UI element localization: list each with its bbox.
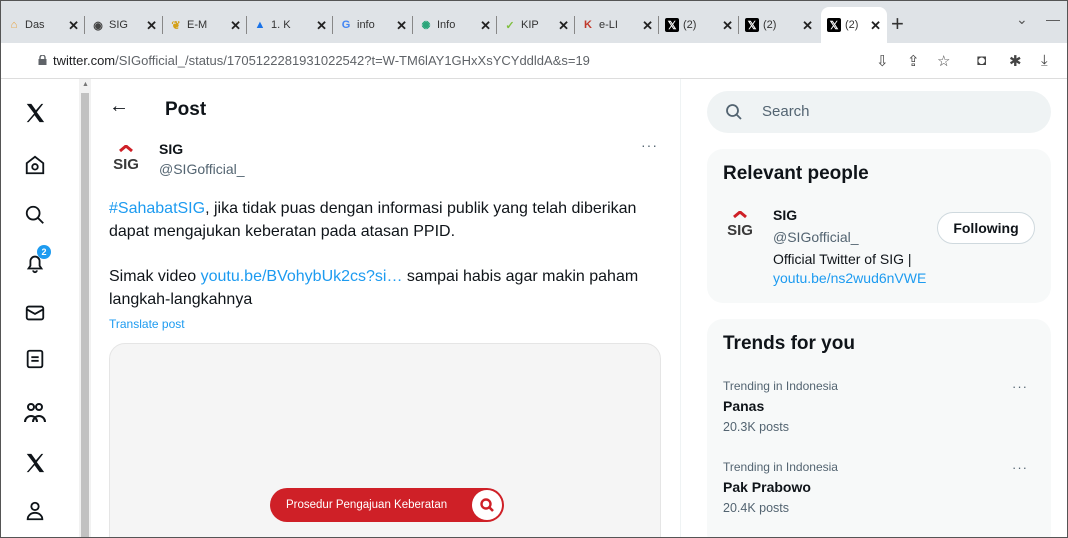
video-link[interactable]: youtu.be/BVohybUk2cs?si… [201, 268, 403, 285]
search-placeholder: Search [762, 103, 810, 120]
communities-icon[interactable] [21, 399, 49, 427]
lock-icon [38, 55, 47, 65]
search-input[interactable]: Search [707, 91, 1051, 133]
drive-icon: ▲ [254, 19, 266, 31]
x-tab-icon: 𝕏 [745, 18, 759, 32]
more-options-icon[interactable]: ··· [1012, 379, 1028, 394]
close-icon[interactable]: ✕ [396, 18, 407, 34]
sig-logo-avatar[interactable]: SIG [723, 211, 757, 241]
scrollbar-thumb[interactable] [81, 93, 89, 537]
kk-icon: K [584, 19, 592, 31]
tab-info[interactable]: ✺ Info ✕ [413, 7, 497, 43]
author-handle[interactable]: @SIGofficial_ [159, 161, 245, 177]
magnifier-icon [472, 490, 502, 520]
x-logo-icon[interactable] [21, 99, 49, 127]
close-icon[interactable]: ✕ [558, 18, 569, 34]
post-media[interactable]: Prosedur Pengajuan Keberatan [109, 343, 661, 537]
trends-card: Trends for you Trending in Indonesia Pan… [707, 319, 1051, 537]
notification-badge: 2 [37, 245, 51, 259]
tab-das[interactable]: ⌂ Das ✕ [1, 7, 85, 43]
sig-logo-avatar[interactable]: SIG [109, 145, 143, 175]
tab-em[interactable]: ❦ E-M ✕ [163, 7, 247, 43]
more-options-icon[interactable]: ··· [641, 137, 658, 153]
notifications-bell-icon[interactable]: 2 [21, 245, 51, 277]
minimize-icon[interactable]: — [1046, 11, 1060, 27]
extensions-icon[interactable]: ✱ [1009, 52, 1022, 70]
hashtag-link[interactable]: #SahabatSIG [109, 200, 205, 217]
install-app-icon[interactable]: ⇩ [876, 52, 889, 70]
globe-icon: ◉ [93, 19, 103, 32]
profile-icon[interactable] [21, 497, 49, 525]
close-icon[interactable]: ✕ [316, 18, 327, 34]
relevant-people-card: Relevant people SIG SIG @SIGofficial_ Of… [707, 149, 1051, 303]
following-button[interactable]: Following [937, 212, 1035, 244]
more-options-icon[interactable]: ··· [1012, 460, 1028, 475]
tab-sig[interactable]: ◉ SIG ✕ [85, 7, 163, 43]
browser-window: ⌂ Das ✕ ◉ SIG ✕ ❦ E-M ✕ ▲ 1. K ✕ G info … [0, 0, 1068, 538]
tab-google[interactable]: G info ✕ [333, 7, 413, 43]
emblem-icon: ❦ [171, 19, 181, 32]
trends-title: Trends for you [723, 333, 855, 354]
scroll-up-icon[interactable]: ▲ [82, 81, 89, 88]
home-icon[interactable] [21, 151, 49, 179]
svg-text:SIG: SIG [113, 156, 139, 173]
close-icon[interactable]: ✕ [642, 18, 653, 34]
person-handle[interactable]: @SIGofficial_ [773, 229, 859, 245]
tab-x-active[interactable]: 𝕏 (2) ✕ [821, 7, 887, 43]
lists-icon[interactable] [21, 345, 49, 373]
left-nav: 2 ▲ [1, 79, 91, 537]
bookmark-star-icon[interactable]: ☆ [937, 52, 950, 70]
trend-name: Panas [723, 398, 765, 414]
tab-eli[interactable]: K e-LI ✕ [575, 7, 659, 43]
x-tab-icon: 𝕏 [665, 18, 679, 32]
person-bio: Official Twitter of SIG | youtu.be/ns2wu… [773, 251, 927, 288]
close-icon[interactable]: ✕ [870, 18, 881, 34]
bio-link[interactable]: youtu.be/ns2wud6nVWE [773, 269, 926, 288]
page-title: Post [165, 99, 207, 120]
tab-kip[interactable]: ✓ KIP ✕ [497, 7, 575, 43]
x-tab-icon: 𝕏 [827, 18, 841, 32]
author-name[interactable]: SIG [159, 141, 183, 157]
camera-icon[interactable]: ◘ [977, 52, 986, 69]
back-arrow-icon[interactable]: ← [109, 95, 129, 118]
translate-post-link[interactable]: Translate post [109, 317, 185, 331]
close-icon[interactable]: ✕ [68, 18, 79, 34]
google-icon: G [341, 19, 351, 31]
close-icon[interactable]: ✕ [722, 18, 733, 34]
messages-envelope-icon[interactable] [21, 299, 49, 327]
right-sidebar: Search Relevant people SIG SIG @SIGoffic… [681, 79, 1067, 537]
info-site-icon: ✺ [421, 19, 431, 32]
sig-tab-icon: ⌂ [10, 19, 18, 31]
relevant-people-title: Relevant people [723, 163, 869, 184]
tab-search-icon[interactable]: ⌄ [1016, 11, 1028, 28]
person-name[interactable]: SIG [773, 207, 797, 223]
new-tab-button[interactable]: + [891, 11, 904, 37]
kip-icon: ✓ [505, 19, 515, 32]
premium-x-icon[interactable] [21, 449, 49, 477]
trend-name: Pak Prabowo [723, 479, 811, 495]
post-column: ← Post SIG SIG @SIGofficial_ ··· #Sahaba… [91, 79, 681, 537]
tweet-text: #SahabatSIG, jika tidak puas dengan info… [109, 200, 639, 308]
twitter-page: 2 ▲ ← Post SIG SIG @SIGofficial_ ··· #Sa… [1, 79, 1067, 537]
tab-x-2[interactable]: 𝕏 (2) ✕ [739, 7, 819, 43]
media-procedure-button: Prosedur Pengajuan Keberatan [270, 488, 504, 522]
download-icon[interactable]: ⤓ [1041, 52, 1048, 69]
close-icon[interactable]: ✕ [230, 18, 241, 34]
close-icon[interactable]: ✕ [802, 18, 813, 34]
scrollbar[interactable]: ▲ [79, 79, 91, 537]
close-icon[interactable]: ✕ [480, 18, 491, 34]
svg-text:SIG: SIG [727, 222, 753, 239]
tab-drive[interactable]: ▲ 1. K ✕ [247, 7, 333, 43]
share-icon[interactable]: ⇪ [907, 52, 920, 70]
tab-strip: ⌂ Das ✕ ◉ SIG ✕ ❦ E-M ✕ ▲ 1. K ✕ G info … [1, 1, 1067, 43]
close-icon[interactable]: ✕ [146, 18, 157, 34]
tab-x-1[interactable]: 𝕏 (2) ✕ [659, 7, 739, 43]
search-icon [726, 104, 742, 120]
url-field[interactable]: twitter.com/SIGofficial_/status/17051222… [53, 53, 590, 68]
address-bar: twitter.com/SIGofficial_/status/17051222… [1, 43, 1067, 79]
explore-search-icon[interactable] [21, 201, 49, 229]
